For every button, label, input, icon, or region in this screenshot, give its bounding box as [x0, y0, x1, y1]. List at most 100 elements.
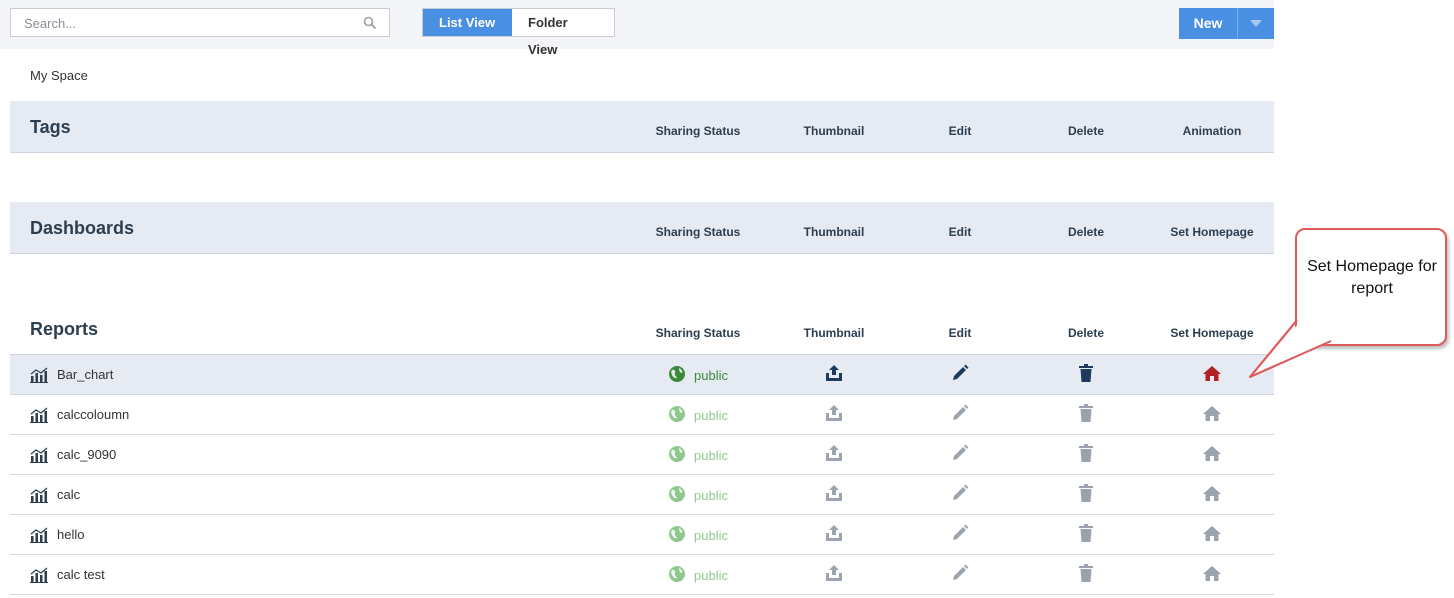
- table-row[interactable]: calc test public: [10, 555, 1274, 595]
- section-title-dashboards: Dashboards: [30, 218, 135, 238]
- pencil-icon: [951, 564, 969, 587]
- sharing-status-cell[interactable]: public: [668, 435, 728, 475]
- section-title-tags: Tags: [30, 117, 71, 137]
- thumbnail-button[interactable]: [824, 555, 844, 595]
- trash-icon: [1078, 443, 1094, 467]
- table-row[interactable]: Bar_chart public: [10, 355, 1274, 395]
- trash-icon: [1078, 563, 1094, 587]
- delete-button[interactable]: [1078, 515, 1094, 555]
- col-sharing-status: Sharing Status: [655, 225, 741, 239]
- bar-chart-icon: [30, 487, 48, 508]
- delete-button[interactable]: [1078, 555, 1094, 595]
- col-delete: Delete: [1067, 124, 1105, 138]
- delete-button[interactable]: [1078, 395, 1094, 435]
- home-icon: [1202, 445, 1222, 466]
- set-homepage-button[interactable]: [1202, 355, 1222, 395]
- edit-button[interactable]: [951, 555, 969, 595]
- edit-button[interactable]: [951, 355, 969, 395]
- caret-down-icon: [1250, 19, 1262, 27]
- set-homepage-button[interactable]: [1202, 435, 1222, 475]
- report-name[interactable]: calc test: [57, 567, 105, 582]
- table-row[interactable]: calccoloumn public: [10, 395, 1274, 435]
- thumbnail-button[interactable]: [824, 515, 844, 555]
- upload-tray-icon: [824, 484, 844, 507]
- home-icon: [1202, 365, 1222, 386]
- tags-section-header: Tags Sharing Status Thumbnail Edit Delet…: [10, 101, 1274, 153]
- new-dropdown-toggle[interactable]: [1238, 8, 1274, 39]
- sharing-status-cell[interactable]: public: [668, 395, 728, 435]
- globe-icon: [668, 525, 686, 546]
- home-icon: [1202, 405, 1222, 426]
- search-input[interactable]: [22, 15, 356, 32]
- thumbnail-button[interactable]: [824, 355, 844, 395]
- dashboards-section-header: Dashboards Sharing Status Thumbnail Edit…: [10, 202, 1274, 254]
- reports-section-header: Reports Sharing Status Thumbnail Edit De…: [10, 303, 1274, 355]
- set-homepage-button[interactable]: [1202, 395, 1222, 435]
- pencil-icon: [951, 524, 969, 547]
- trash-icon: [1078, 363, 1094, 387]
- globe-icon: [668, 485, 686, 506]
- upload-tray-icon: [824, 364, 844, 387]
- thumbnail-button[interactable]: [824, 435, 844, 475]
- thumbnail-button[interactable]: [824, 395, 844, 435]
- set-homepage-button[interactable]: [1202, 475, 1222, 515]
- report-name[interactable]: calc: [57, 487, 80, 502]
- edit-button[interactable]: [951, 435, 969, 475]
- trash-icon: [1078, 403, 1094, 427]
- col-delete: Delete: [1067, 326, 1105, 340]
- toolbar: List View Folder View New: [0, 0, 1274, 57]
- folder-view-button[interactable]: Folder View: [512, 9, 614, 57]
- col-delete: Delete: [1067, 225, 1105, 239]
- callout-set-homepage: Set Homepage for report: [1295, 228, 1447, 346]
- upload-tray-icon: [824, 404, 844, 427]
- col-thumbnail: Thumbnail: [803, 225, 865, 239]
- list-view-button[interactable]: List View: [423, 9, 512, 36]
- new-button-label[interactable]: New: [1179, 8, 1237, 39]
- report-name[interactable]: calc_9090: [57, 447, 116, 462]
- delete-button[interactable]: [1078, 475, 1094, 515]
- edit-button[interactable]: [951, 475, 969, 515]
- globe-icon: [668, 445, 686, 466]
- delete-button[interactable]: [1078, 355, 1094, 395]
- breadcrumb[interactable]: My Space: [30, 68, 88, 83]
- sharing-status-cell[interactable]: public: [668, 475, 728, 515]
- set-homepage-button[interactable]: [1202, 515, 1222, 555]
- sharing-status-text: public: [694, 527, 728, 543]
- globe-icon: [668, 365, 686, 386]
- set-homepage-button[interactable]: [1202, 555, 1222, 595]
- edit-button[interactable]: [951, 515, 969, 555]
- report-name[interactable]: hello: [57, 527, 84, 542]
- search-box[interactable]: [10, 8, 390, 37]
- sharing-status-cell[interactable]: public: [668, 515, 728, 555]
- new-button[interactable]: New: [1179, 8, 1274, 39]
- pencil-icon: [951, 444, 969, 467]
- col-sharing-status: Sharing Status: [655, 124, 741, 138]
- sharing-status-text: public: [694, 447, 728, 463]
- delete-button[interactable]: [1078, 435, 1094, 475]
- table-row[interactable]: hello public: [10, 515, 1274, 555]
- home-icon: [1202, 565, 1222, 586]
- edit-button[interactable]: [951, 395, 969, 435]
- col-edit: Edit: [948, 326, 972, 340]
- col-thumbnail: Thumbnail: [803, 326, 865, 340]
- table-row[interactable]: calc public: [10, 475, 1274, 515]
- bar-chart-icon: [30, 567, 48, 588]
- upload-tray-icon: [824, 564, 844, 587]
- col-animation: Animation: [1182, 124, 1242, 138]
- sharing-status-text: public: [694, 407, 728, 423]
- report-name[interactable]: calccoloumn: [57, 407, 129, 422]
- search-icon[interactable]: [363, 16, 377, 35]
- callout-text: Set Homepage for report: [1307, 258, 1437, 297]
- sharing-status-cell[interactable]: public: [668, 555, 728, 595]
- sharing-status-cell[interactable]: public: [668, 355, 728, 395]
- bar-chart-icon: [30, 367, 48, 388]
- thumbnail-button[interactable]: [824, 475, 844, 515]
- pencil-icon: [951, 484, 969, 507]
- table-row[interactable]: calc_9090 public: [10, 435, 1274, 475]
- bar-chart-icon: [30, 527, 48, 548]
- sharing-status-text: public: [694, 567, 728, 583]
- col-edit: Edit: [948, 225, 972, 239]
- pencil-icon: [951, 404, 969, 427]
- report-name[interactable]: Bar_chart: [57, 367, 113, 382]
- section-title-reports: Reports: [30, 319, 99, 339]
